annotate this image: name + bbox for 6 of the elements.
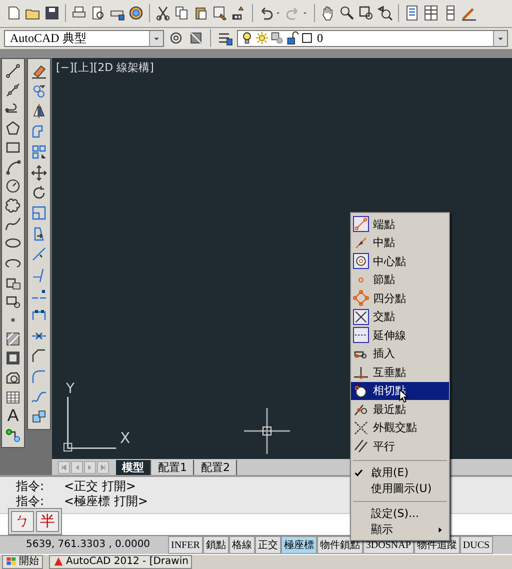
command-message: <正交 打開> bbox=[64, 479, 136, 494]
ucs-x-label: X bbox=[120, 429, 130, 448]
command-prompt: 指令: bbox=[16, 479, 44, 494]
command-message: <極座標 打開> bbox=[64, 494, 148, 510]
command-prompt: 指令: bbox=[16, 494, 44, 510]
ucs-y-label: Y bbox=[66, 381, 75, 398]
